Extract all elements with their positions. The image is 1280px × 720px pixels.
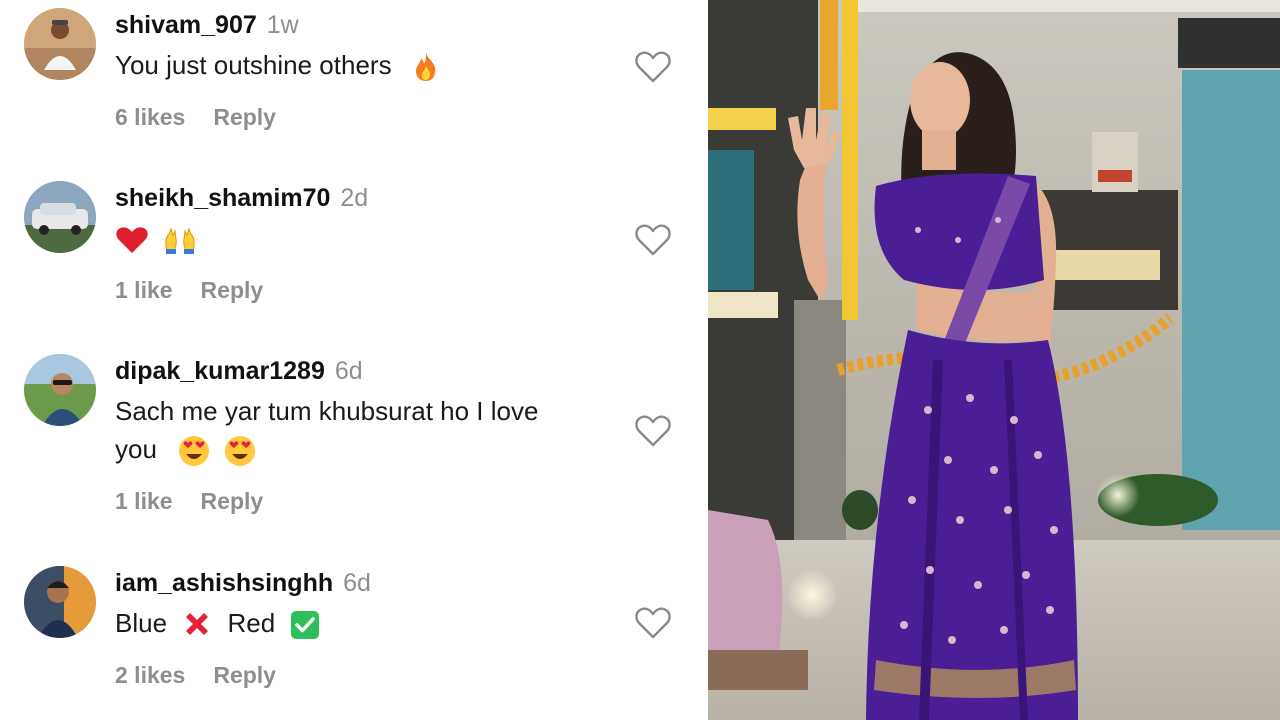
comment-time: 2d <box>340 184 369 212</box>
check-mark-button-emoji <box>290 610 320 640</box>
cross-mark-emoji <box>182 610 212 640</box>
comment-item: iam_ashishsinghh 6d Blue Red 2 likes Rep… <box>0 566 708 696</box>
red-heart-emoji <box>115 225 149 255</box>
comment-text: Sach me yar tum khubsurat ho I love you <box>115 392 585 468</box>
comment-header: dipak_kumar1289 6d <box>115 356 363 386</box>
likes-count[interactable]: 1 like <box>115 488 173 514</box>
reply-button[interactable]: Reply <box>201 488 264 514</box>
heart-eyes-emoji <box>178 435 210 467</box>
comment-text: Blue Red <box>115 604 595 642</box>
heart-eyes-emoji <box>224 435 256 467</box>
comment-text <box>115 219 595 257</box>
likes-count[interactable]: 1 like <box>115 277 173 303</box>
comment-time: 1w <box>266 11 299 39</box>
comment-item: sheikh_shamim70 2d 1 like Reply <box>0 181 708 306</box>
heart-outline-icon[interactable] <box>634 414 672 448</box>
username[interactable]: shivam_907 <box>115 11 257 39</box>
comment-text-content: Red <box>227 608 276 638</box>
username[interactable]: iam_ashishsinghh <box>115 569 333 597</box>
comment-text-content: You just outshine others <box>115 50 392 80</box>
comment-meta: 6 likes Reply <box>115 104 276 131</box>
raising-hands-emoji <box>163 225 197 255</box>
comment-header: iam_ashishsinghh 6d <box>115 568 371 598</box>
avatar[interactable] <box>24 354 96 426</box>
reply-button[interactable]: Reply <box>213 104 276 130</box>
reel-screen: shivam_907 1w You just outshine others 6 … <box>0 0 1280 720</box>
comment-meta: 2 likes Reply <box>115 662 276 689</box>
fire-emoji <box>413 52 439 82</box>
comment-text: You just outshine others <box>115 46 595 84</box>
heart-outline-icon[interactable] <box>634 223 672 257</box>
comments-panel: shivam_907 1w You just outshine others 6 … <box>0 0 708 720</box>
comment-meta: 1 like Reply <box>115 488 263 515</box>
comment-item: shivam_907 1w You just outshine others 6 … <box>0 8 708 133</box>
comment-header: sheikh_shamim70 2d <box>115 183 368 213</box>
avatar[interactable] <box>24 8 96 80</box>
reply-button[interactable]: Reply <box>213 662 276 688</box>
reply-button[interactable]: Reply <box>201 277 264 303</box>
comment-header: shivam_907 1w <box>115 10 299 40</box>
comment-meta: 1 like Reply <box>115 277 263 304</box>
username[interactable]: sheikh_shamim70 <box>115 184 330 212</box>
avatar[interactable] <box>24 181 96 253</box>
comment-time: 6d <box>334 357 363 385</box>
video-frame[interactable] <box>708 0 1280 720</box>
likes-count[interactable]: 6 likes <box>115 104 185 130</box>
heart-outline-icon[interactable] <box>634 606 672 640</box>
comment-text-content: Blue <box>115 608 168 638</box>
username[interactable]: dipak_kumar1289 <box>115 357 325 385</box>
heart-outline-icon[interactable] <box>634 50 672 84</box>
likes-count[interactable]: 2 likes <box>115 662 185 688</box>
comment-item: dipak_kumar1289 6d Sach me yar tum khubsu… <box>0 354 708 519</box>
video-still <box>708 0 1280 720</box>
avatar[interactable] <box>24 566 96 638</box>
comment-time: 6d <box>343 569 371 597</box>
